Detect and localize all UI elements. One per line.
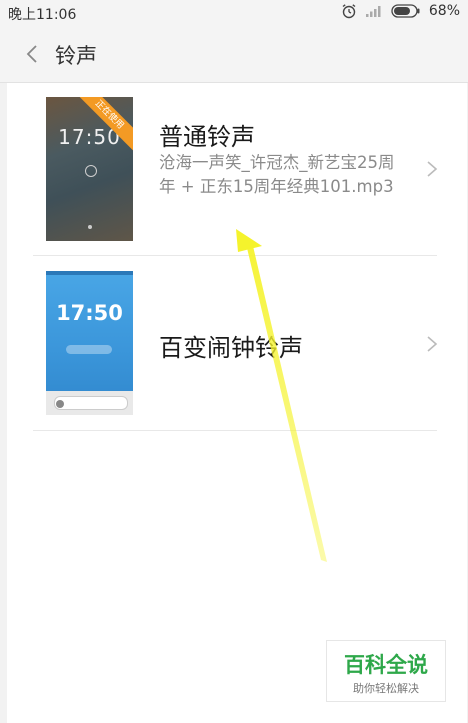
list-item-normal-ringtone[interactable]: 17:50 正在使用 普通铃声 沧海一声笑_许冠杰_新艺宝25周年 + 正东15…: [33, 83, 438, 256]
app-header: 铃声: [0, 26, 468, 83]
item-title: 百变闹钟铃声: [159, 334, 303, 362]
alarm-preview-thumbnail: 17:50: [46, 271, 133, 415]
back-button[interactable]: [18, 40, 46, 68]
ringtone-list: 17:50 正在使用 普通铃声 沧海一声笑_许冠杰_新艺宝25周年 + 正东15…: [7, 83, 467, 723]
chevron-left-icon: [26, 45, 37, 63]
status-bar: 晚上11:06 68%: [0, 0, 468, 26]
status-time: 晚上11:06: [8, 7, 77, 23]
lockscreen-preview-thumbnail: 17:50 正在使用: [46, 97, 133, 241]
thumbnail-dot: [88, 225, 92, 229]
battery-percentage: 68%: [428, 3, 460, 19]
item-subtitle: 沧海一声笑_许冠杰_新艺宝25周年 + 正东15周年经典101.mp3: [159, 153, 395, 196]
status-icons: 68%: [341, 3, 460, 19]
battery-icon: [391, 4, 421, 18]
page-title: 铃声: [55, 44, 97, 68]
thumbnail-clock: 17:50: [56, 301, 123, 325]
thumbnail-slider: [54, 396, 128, 410]
thumbnail-pill: [66, 345, 112, 354]
list-item-alarm-ringtone[interactable]: 17:50 百变闹钟铃声: [33, 256, 438, 431]
watermark-tagline: 助你轻松解决: [353, 682, 419, 695]
watermark-logo-text: 百科全说: [344, 653, 428, 677]
chevron-right-icon: [427, 336, 438, 352]
signal-strength-icon: [365, 4, 383, 18]
watermark: 百科全说 助你轻松解决: [326, 640, 446, 702]
thumbnail-bottom-bar: [46, 391, 133, 415]
chevron-right-icon: [427, 161, 438, 177]
thumbnail-slider-knob: [56, 400, 64, 408]
thumbnail-status-strip: [46, 271, 133, 275]
alarm-clock-icon: [341, 3, 357, 19]
item-title: 普通铃声: [159, 123, 255, 151]
lock-ring-icon: [85, 165, 97, 177]
